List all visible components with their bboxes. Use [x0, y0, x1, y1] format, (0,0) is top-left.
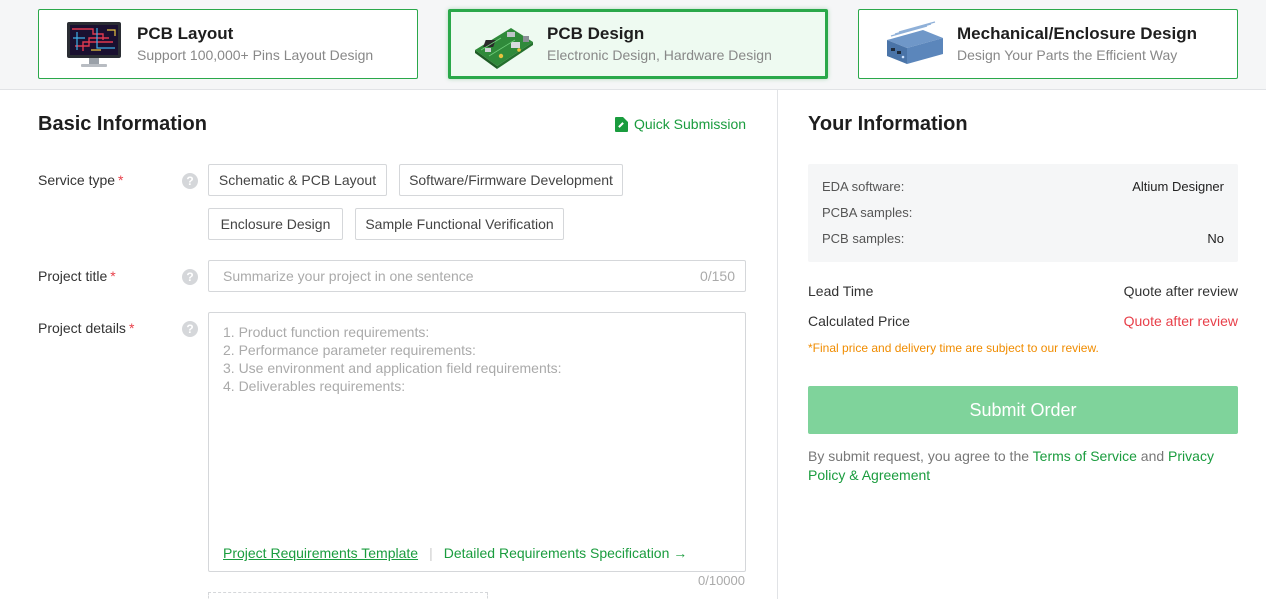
service-card-title: PCB Design: [547, 24, 645, 43]
link-separator: |: [429, 545, 433, 561]
project-title-input[interactable]: Summarize your project in one sentence 0…: [208, 260, 746, 292]
project-title-char-count: 0/150: [699, 268, 735, 284]
placeholder-line: 2. Performance parameter requirements:: [223, 342, 476, 358]
info-row-eda-software: EDA software: Altium Designer: [822, 179, 1224, 194]
placeholder-line: 1. Product function requirements:: [223, 324, 430, 340]
lead-time-value: Quote after review: [1123, 283, 1238, 299]
help-icon[interactable]: ?: [182, 173, 198, 189]
info-label: EDA software:: [822, 179, 905, 194]
service-type-text: Service type: [38, 172, 116, 188]
required-mark: *: [110, 268, 116, 284]
service-option-schematic-pcb-layout[interactable]: Schematic & PCB Layout: [208, 164, 387, 196]
project-title-placeholder: Summarize your project in one sentence: [223, 268, 474, 284]
service-category-bar: PCB Layout Support 100,000+ Pins Layout …: [0, 0, 1266, 90]
calculated-price-value: Quote after review: [1123, 313, 1238, 329]
help-icon[interactable]: ?: [182, 321, 198, 337]
required-mark: *: [118, 172, 124, 188]
calculated-price-label: Calculated Price: [808, 313, 910, 329]
service-card-pcb-design[interactable]: PCB Design Electronic Design, Hardware D…: [448, 9, 828, 79]
help-icon[interactable]: ?: [182, 269, 198, 285]
terms-of-service-link[interactable]: Terms of Service: [1033, 448, 1137, 464]
requirements-links: Project Requirements Template | Detailed…: [223, 545, 687, 561]
info-value: No: [1207, 231, 1224, 246]
your-information-title: Your Information: [808, 113, 968, 135]
panel-divider: [777, 90, 778, 599]
project-details-label: Project details *: [38, 320, 134, 336]
lead-time-row: Lead Time Quote after review: [808, 283, 1238, 299]
project-title-text: Project title: [38, 268, 108, 284]
project-details-text: Project details: [38, 320, 126, 336]
price-disclaimer-note: *Final price and delivery time are subje…: [808, 341, 1099, 355]
service-card-subtitle: Electronic Design, Hardware Design: [547, 47, 772, 63]
agreement-and: and: [1136, 448, 1169, 464]
project-details-char-count: 0/10000: [698, 573, 745, 588]
info-row-pcb-samples: PCB samples: No: [822, 231, 1224, 246]
order-summary-box: EDA software: Altium Designer PCBA sampl…: [808, 164, 1238, 262]
info-value: Altium Designer: [1132, 179, 1224, 194]
lead-time-label: Lead Time: [808, 283, 874, 299]
service-option-enclosure-design[interactable]: Enclosure Design: [208, 208, 343, 240]
basic-information-title: Basic Information: [38, 113, 207, 135]
service-card-pcb-layout[interactable]: PCB Layout Support 100,000+ Pins Layout …: [38, 9, 418, 79]
detailed-requirements-spec-link[interactable]: Detailed Requirements Specification →: [444, 545, 688, 561]
upload-area[interactable]: [208, 592, 488, 599]
service-card-subtitle: Support 100,000+ Pins Layout Design: [137, 47, 374, 63]
service-card-title: Mechanical/Enclosure Design: [957, 24, 1197, 43]
service-option-software-firmware[interactable]: Software/Firmware Development: [399, 164, 623, 196]
service-card-subtitle: Design Your Parts the Efficient Way: [957, 47, 1178, 63]
document-edit-icon: [615, 116, 628, 132]
enclosure-box-image: [883, 20, 945, 70]
quick-submission-label: Quick Submission: [634, 116, 747, 132]
placeholder-line: 3. Use environment and application field…: [223, 360, 562, 376]
agreement-text: By submit request, you agree to the Term…: [808, 447, 1248, 485]
project-details-textarea[interactable]: 1. Product function requirements: 2. Per…: [208, 312, 746, 572]
service-option-sample-verification[interactable]: Sample Functional Verification: [355, 208, 564, 240]
submit-order-button[interactable]: Submit Order: [808, 386, 1238, 434]
required-mark: *: [128, 320, 135, 336]
info-label: PCB samples:: [822, 231, 905, 246]
agreement-prefix: By submit request, you agree to the: [808, 448, 1033, 464]
info-label: PCBA samples:: [822, 205, 913, 220]
calculated-price-row: Calculated Price Quote after review: [808, 313, 1238, 329]
placeholder-line: 4. Deliverables requirements:: [223, 378, 406, 394]
service-card-title: PCB Layout: [137, 24, 234, 43]
project-title-label: Project title *: [38, 268, 116, 284]
pcb-layout-monitor-image: [63, 20, 125, 70]
info-row-pcba-samples: PCBA samples:: [822, 205, 1224, 220]
service-card-mechanical-enclosure[interactable]: Mechanical/Enclosure Design Design Your …: [858, 9, 1238, 79]
service-type-label: Service type *: [38, 172, 124, 188]
quick-submission-link[interactable]: Quick Submission: [615, 116, 746, 132]
pcb-board-image: [471, 20, 533, 70]
project-requirements-template-link[interactable]: Project Requirements Template: [223, 545, 418, 561]
